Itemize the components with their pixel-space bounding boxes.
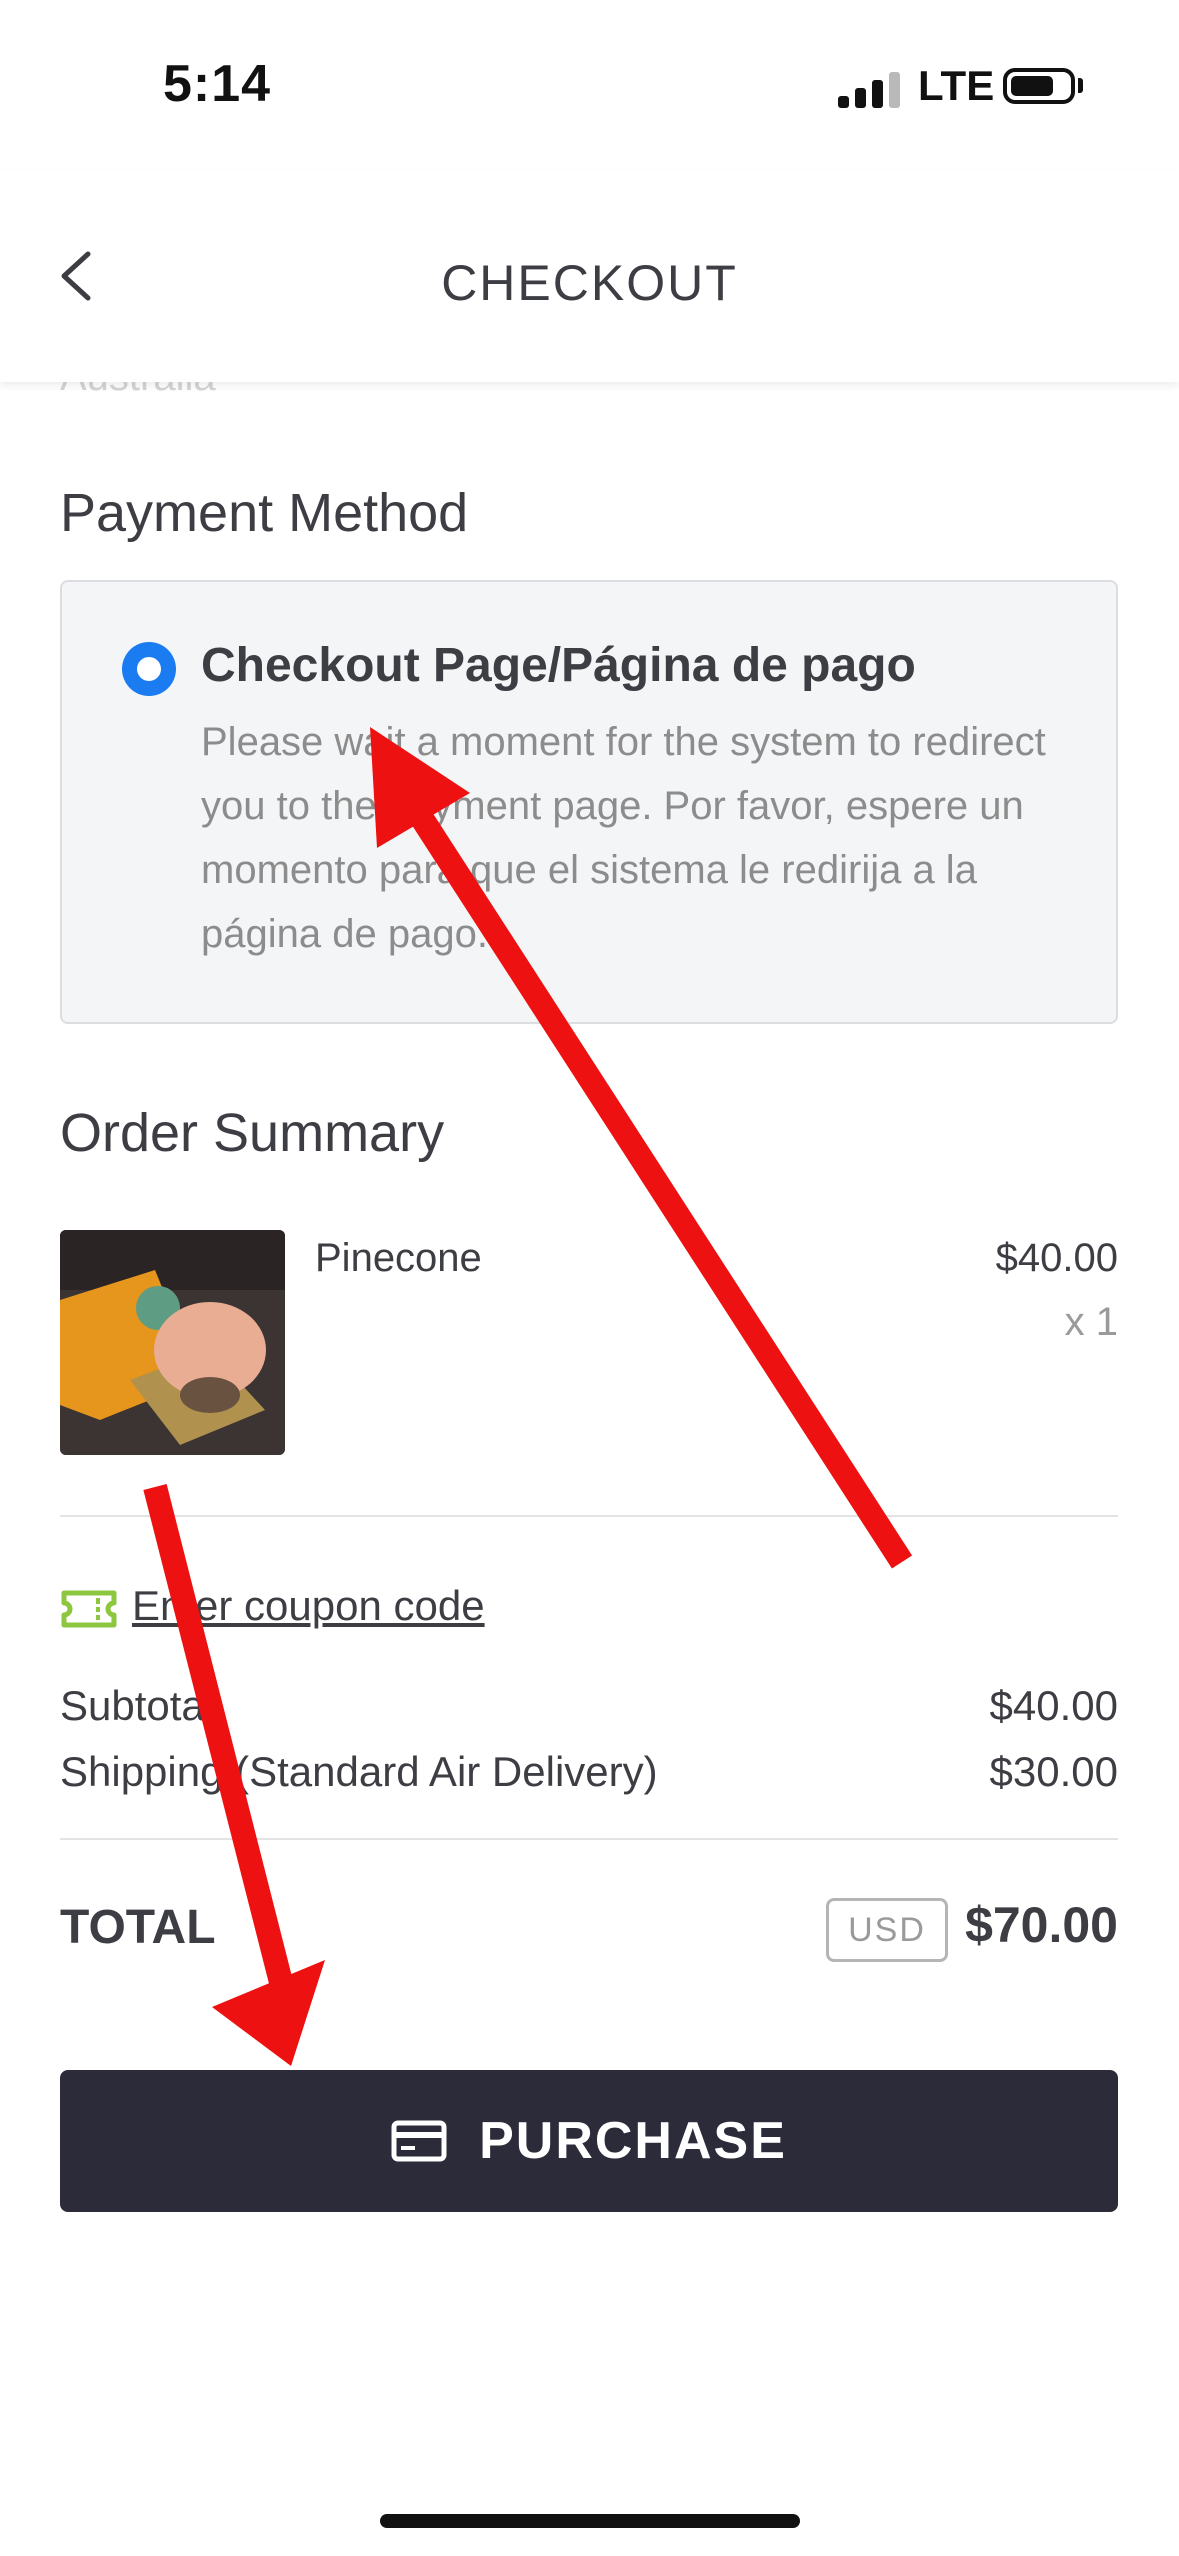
payment-method-heading: Payment Method [60, 483, 469, 543]
product-quantity: x 1 [1064, 1300, 1118, 1344]
total-value: $70.00 [965, 1897, 1118, 1953]
payment-option-description: Please wait a moment for the system to r… [201, 720, 1046, 956]
product-name: Pinecone [315, 1236, 482, 1280]
product-price: $40.00 [995, 1236, 1118, 1280]
battery-tip [1078, 78, 1083, 93]
home-indicator[interactable] [380, 2514, 800, 2528]
status-time: 5:14 [163, 55, 272, 113]
subtotal-value: $40.00 [989, 1682, 1118, 1729]
total-label: TOTAL [60, 1901, 216, 1954]
network-type: LTE [918, 62, 995, 109]
shipping-label: Shipping (Standard Air Delivery) [60, 1748, 658, 1795]
divider [60, 1838, 1118, 1840]
currency-badge: USD [826, 1898, 948, 1962]
signal-icon [838, 68, 902, 108]
checkout-header: CHECKOUT [0, 170, 1179, 382]
payment-option-card[interactable]: Checkout Page/Página de pago Please wait… [60, 580, 1118, 1024]
status-bar: 5:14 LTE [0, 0, 1179, 170]
divider [60, 1515, 1118, 1517]
order-summary-heading: Order Summary [60, 1103, 445, 1163]
annotation-arrowhead-down [212, 1960, 325, 2066]
subtotal-label: Subtotal [60, 1682, 215, 1729]
purchase-button[interactable]: PURCHASE [60, 2070, 1118, 2212]
battery-icon [1003, 68, 1075, 104]
payment-option-title: Checkout Page/Página de pago [201, 639, 916, 692]
radio-selected-icon[interactable] [122, 642, 176, 696]
product-thumbnail [60, 1230, 285, 1455]
credit-card-icon [391, 2120, 447, 2162]
ticket-icon [61, 1590, 117, 1628]
purchase-label: PURCHASE [479, 2112, 787, 2170]
shipping-value: $30.00 [989, 1748, 1118, 1795]
page-title: CHECKOUT [441, 255, 738, 311]
enter-coupon-link[interactable]: Enter coupon code [132, 1582, 485, 1630]
